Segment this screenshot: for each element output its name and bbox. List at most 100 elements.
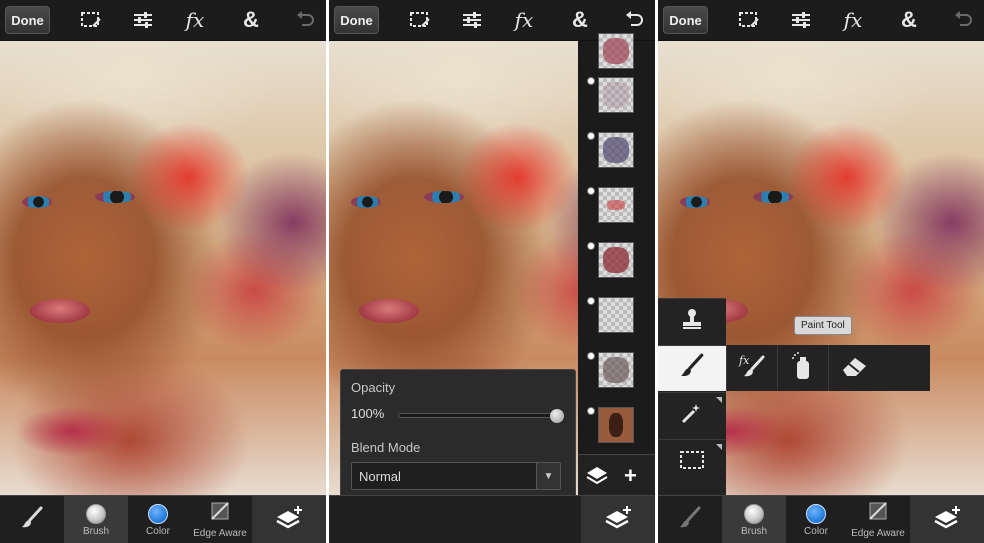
layer-thumbnail[interactable] [598, 352, 634, 388]
screen-layers-mode: Done fx & + Opacity 100% Blend Mode Norm… [329, 0, 655, 543]
screen-brush-mode: Done fx & Brush Color Edge Aware [0, 0, 326, 543]
layer-thumbnail[interactable] [598, 132, 634, 168]
layers-panel [578, 33, 655, 495]
opacity-slider-handle[interactable] [550, 409, 564, 423]
layers-button[interactable] [910, 496, 984, 543]
layers-button[interactable] [581, 496, 655, 543]
photo-eye-right [753, 191, 793, 203]
fx-icon[interactable]: fx [180, 6, 210, 34]
adjustments-icon[interactable] [786, 6, 816, 34]
layer-thumbnail[interactable] [598, 407, 634, 443]
done-button[interactable]: Done [334, 6, 379, 34]
top-toolbar: Done fx & [658, 0, 984, 41]
brush-icon [20, 506, 44, 535]
layer-thumbnail[interactable] [598, 187, 634, 223]
top-toolbar: Done fx & [0, 0, 326, 41]
add-layer-icon[interactable]: + [624, 463, 637, 489]
color-swatch-icon [148, 503, 168, 524]
fx-icon[interactable]: fx [838, 6, 868, 34]
undo-icon[interactable] [290, 6, 320, 34]
layers-add-icon [603, 504, 633, 537]
blend-mode-label: Blend Mode [351, 440, 421, 455]
layer-thumbnail[interactable] [598, 33, 634, 69]
layer-visibility-dot[interactable] [587, 132, 595, 140]
layer-visibility-dot[interactable] [587, 407, 595, 415]
opacity-slider[interactable] [398, 409, 564, 423]
photo-canvas[interactable] [0, 41, 326, 495]
fx-icon[interactable]: fx [509, 6, 539, 34]
ampersand-icon[interactable]: & [565, 6, 595, 34]
layer-visibility-dot[interactable] [587, 352, 595, 360]
photo-lips [30, 299, 90, 323]
tool-tooltip: Paint Tool [794, 316, 852, 335]
edge-aware-label: Edge Aware [851, 528, 905, 539]
selection-icon[interactable] [76, 6, 106, 34]
photo-eye-left [680, 196, 710, 208]
done-button[interactable]: Done [5, 6, 50, 34]
adjustments-icon[interactable] [457, 6, 487, 34]
brush-label: Brush [82, 525, 110, 537]
done-button[interactable]: Done [663, 6, 708, 34]
paint-tool-button[interactable] [658, 345, 726, 391]
photo-eye-left [22, 196, 52, 208]
ampersand-icon[interactable]: & [894, 6, 924, 34]
edge-aware-icon [868, 501, 888, 526]
fx-brush-button[interactable]: fx [726, 345, 777, 391]
opacity-value: 100% [351, 406, 385, 421]
brush-settings-button[interactable]: Brush [64, 496, 128, 543]
selection-icon[interactable] [405, 6, 435, 34]
photo-lips [359, 299, 419, 323]
layer-visibility-dot[interactable] [587, 242, 595, 250]
paint-tool-options: fx [726, 345, 930, 391]
undo-icon[interactable] [619, 6, 649, 34]
marquee-tool-button[interactable] [658, 439, 726, 485]
edge-aware-icon [210, 501, 230, 526]
layer-visibility-dot[interactable] [587, 77, 595, 85]
color-label: Color [146, 525, 170, 537]
layer-thumbnail[interactable] [598, 77, 634, 113]
blend-mode-value: Normal [359, 469, 401, 484]
photo-eye-right [424, 191, 464, 203]
opacity-label: Opacity [351, 380, 396, 395]
chevron-down-icon: ▼ [536, 463, 560, 489]
tool-palette [658, 298, 726, 495]
undo-icon[interactable] [948, 6, 978, 34]
photo-eye-left [351, 196, 381, 208]
brush-tool-button[interactable] [658, 496, 722, 543]
brush-label: Brush [740, 525, 768, 537]
spray-icon [792, 351, 814, 385]
layers-button[interactable] [252, 496, 326, 543]
color-button[interactable]: Color [128, 496, 188, 543]
blend-mode-select[interactable]: Normal ▼ [351, 462, 561, 490]
layer-visibility-dot[interactable] [587, 187, 595, 195]
brush-settings-button[interactable]: Brush [722, 496, 786, 543]
layers-icon[interactable] [584, 463, 610, 492]
submenu-indicator [716, 444, 722, 450]
edge-aware-button[interactable]: Edge Aware [846, 496, 910, 543]
ampersand-icon[interactable]: & [236, 6, 266, 34]
bottom-toolbar [329, 495, 655, 543]
adjustments-icon[interactable] [128, 6, 158, 34]
stamp-tool-button[interactable] [658, 298, 726, 344]
brush-preview-icon [744, 503, 764, 524]
submenu-indicator [716, 397, 722, 403]
brush-preview-icon [86, 503, 106, 524]
selection-icon[interactable] [734, 6, 764, 34]
color-button[interactable]: Color [786, 496, 846, 543]
layer-thumbnail[interactable] [598, 297, 634, 333]
bottom-toolbar: Brush Color Edge Aware [658, 495, 984, 543]
svg-text:fx: fx [738, 354, 750, 367]
photo-eye-right [95, 191, 135, 203]
layer-thumbnail[interactable] [598, 242, 634, 278]
brush-tool-button[interactable] [0, 496, 64, 543]
magic-wand-icon [680, 401, 704, 430]
layer-visibility-dot[interactable] [587, 297, 595, 305]
color-label: Color [804, 525, 828, 537]
eraser-tool-button[interactable] [828, 345, 879, 391]
spray-tool-button[interactable] [777, 345, 828, 391]
magic-wand-tool-button[interactable] [658, 392, 726, 438]
brush-icon [679, 353, 705, 384]
edge-aware-button[interactable]: Edge Aware [188, 496, 252, 543]
layers-actions-bar: + [578, 454, 655, 495]
color-swatch-icon [806, 503, 826, 524]
